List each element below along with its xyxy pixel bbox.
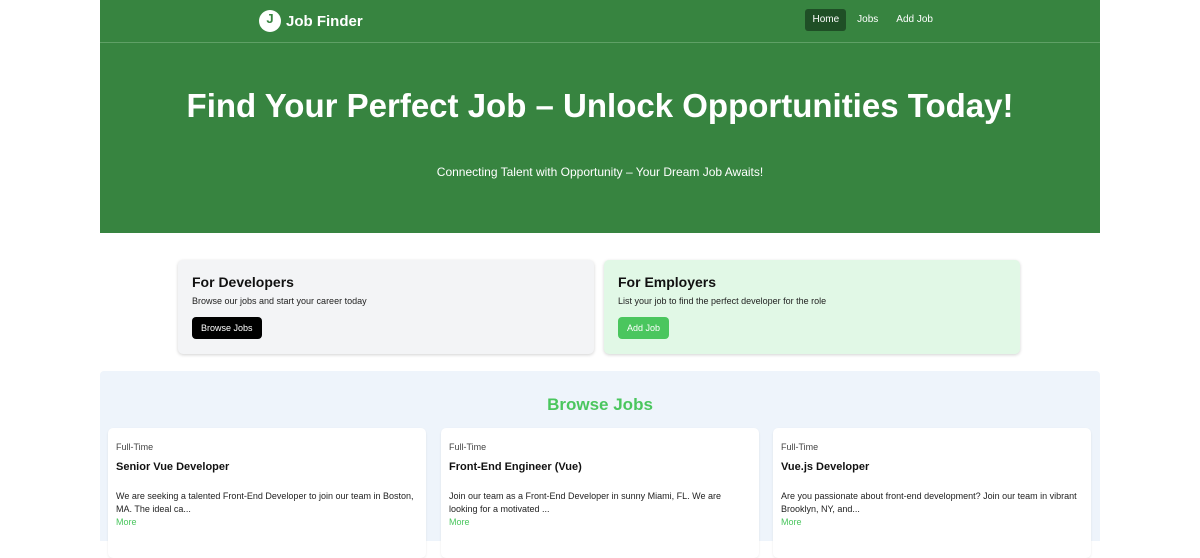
browse-jobs-button[interactable]: Browse Jobs bbox=[192, 317, 262, 339]
hero-subtitle: Connecting Talent with Opportunity – You… bbox=[436, 165, 764, 179]
job-title: Senior Vue Developer bbox=[116, 461, 230, 473]
job-card: Full-Time Front-End Engineer (Vue) Join … bbox=[441, 428, 759, 558]
nav-links: Home Jobs Add Job bbox=[805, 9, 940, 31]
job-more-link[interactable]: More bbox=[449, 516, 751, 529]
hero-title: Find Your Perfect Job – Unlock Opportuni… bbox=[186, 87, 1014, 124]
brand-link[interactable]: J Job Finder bbox=[259, 9, 363, 33]
browse-jobs-section: Browse Jobs Full-Time Senior Vue Develop… bbox=[100, 371, 1100, 558]
job-more-link[interactable]: More bbox=[781, 516, 1083, 529]
employers-card-title: For Employers bbox=[618, 274, 717, 290]
page-frame: J Job Finder Home Jobs Add Job Find Your… bbox=[100, 0, 1100, 558]
job-description: Are you passionate about front-end devel… bbox=[781, 491, 1077, 514]
nav-link-home[interactable]: Home bbox=[805, 9, 847, 31]
developers-card: For Developers Browse our jobs and start… bbox=[178, 260, 594, 354]
job-card: Full-Time Senior Vue Developer We are se… bbox=[108, 428, 426, 558]
job-description: We are seeking a talented Front-End Deve… bbox=[116, 491, 414, 514]
employers-card: For Employers List your job to find the … bbox=[604, 260, 1020, 354]
job-type: Full-Time bbox=[449, 442, 487, 452]
logo-icon: J bbox=[259, 10, 281, 32]
navbar: J Job Finder Home Jobs Add Job bbox=[100, 0, 1100, 43]
job-type: Full-Time bbox=[781, 442, 819, 452]
nav-link-add-job[interactable]: Add Job bbox=[889, 9, 940, 31]
job-description: Join our team as a Front-End Developer i… bbox=[449, 491, 721, 514]
brand-name: Job Finder bbox=[286, 12, 363, 30]
developers-card-title: For Developers bbox=[192, 274, 294, 290]
job-type: Full-Time bbox=[116, 442, 154, 452]
info-cards: For Developers Browse our jobs and start… bbox=[178, 260, 1020, 354]
browse-jobs-heading: Browse Jobs bbox=[547, 395, 653, 414]
hero: Find Your Perfect Job – Unlock Opportuni… bbox=[100, 43, 1100, 233]
developers-card-text: Browse our jobs and start your career to… bbox=[192, 296, 367, 306]
add-job-button[interactable]: Add Job bbox=[618, 317, 670, 339]
job-more-link[interactable]: More bbox=[116, 516, 418, 529]
job-title: Vue.js Developer bbox=[781, 461, 870, 473]
job-card: Full-Time Vue.js Developer Are you passi… bbox=[773, 428, 1091, 558]
job-title: Front-End Engineer (Vue) bbox=[449, 461, 582, 473]
employers-card-text: List your job to find the perfect develo… bbox=[618, 296, 827, 306]
nav-link-jobs[interactable]: Jobs bbox=[850, 9, 885, 31]
